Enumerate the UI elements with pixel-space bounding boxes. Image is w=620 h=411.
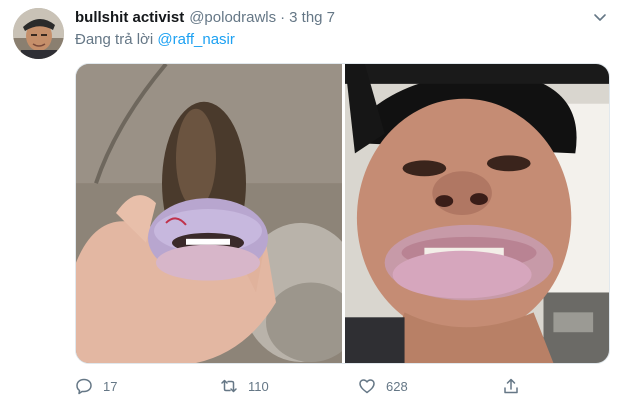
like-button[interactable]: 628 (358, 373, 408, 399)
like-count: 628 (386, 378, 408, 394)
reply-count: 17 (103, 378, 118, 394)
share-button[interactable] (502, 373, 520, 399)
fish-with-lips-photo[interactable] (76, 64, 342, 363)
retweet-button[interactable]: 110 (220, 373, 269, 399)
reply-button[interactable]: 17 (75, 373, 117, 399)
tweet-header: bullshit activist @polodrawls · 3 thg 7 (75, 9, 335, 29)
action-bar: 17 110 628 (75, 373, 610, 399)
heart-icon (358, 377, 376, 395)
display-name[interactable]: bullshit activist (75, 9, 184, 26)
avatar-image (13, 8, 64, 59)
retweet-count: 110 (248, 378, 269, 394)
reply-context: Đang trả lời @raff_nasir (75, 31, 235, 48)
man-with-lips-selfie[interactable] (345, 64, 609, 363)
reply-icon (75, 377, 93, 395)
chevron-down-icon[interactable] (590, 10, 610, 26)
avatar[interactable] (13, 8, 64, 59)
reply-to-link[interactable]: @raff_nasir (157, 31, 234, 48)
tweet[interactable]: bullshit activist @polodrawls · 3 thg 7 … (0, 0, 620, 411)
retweet-icon (220, 377, 238, 395)
user-handle[interactable]: @polodrawls (189, 9, 276, 26)
media-grid (75, 63, 610, 364)
tweet-timestamp[interactable]: 3 thg 7 (289, 9, 335, 26)
reply-prefix: Đang trả lời (75, 31, 154, 48)
share-icon (502, 377, 520, 395)
separator: · (280, 9, 286, 26)
